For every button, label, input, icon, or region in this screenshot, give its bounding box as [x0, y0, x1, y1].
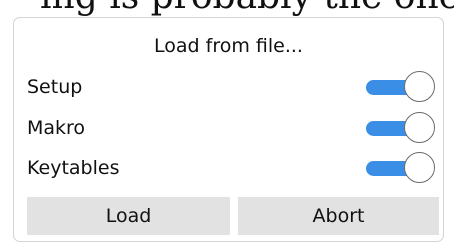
dialog-title: Load from file... — [154, 35, 303, 57]
setup-toggle[interactable] — [360, 70, 435, 104]
load-button[interactable]: Load — [27, 197, 230, 235]
toggle-knob — [404, 112, 435, 143]
background-text: ing is probably the one you — [40, 0, 454, 16]
option-label-keytables: Keytables — [27, 157, 120, 179]
option-row-setup: Setup — [27, 68, 435, 108]
load-from-file-dialog: Load from file... Setup Makro Keytables … — [13, 17, 444, 242]
background-document-text-strip: ing is probably the one you — [0, 0, 454, 16]
makro-toggle[interactable] — [360, 111, 435, 145]
option-label-setup: Setup — [27, 76, 83, 98]
toggle-knob — [404, 71, 435, 102]
option-label-makro: Makro — [27, 117, 86, 139]
option-row-makro: Makro — [27, 109, 435, 149]
abort-button[interactable]: Abort — [238, 197, 439, 235]
option-row-keytables: Keytables — [27, 149, 435, 189]
toggle-knob — [404, 152, 435, 183]
keytables-toggle[interactable] — [360, 151, 435, 185]
